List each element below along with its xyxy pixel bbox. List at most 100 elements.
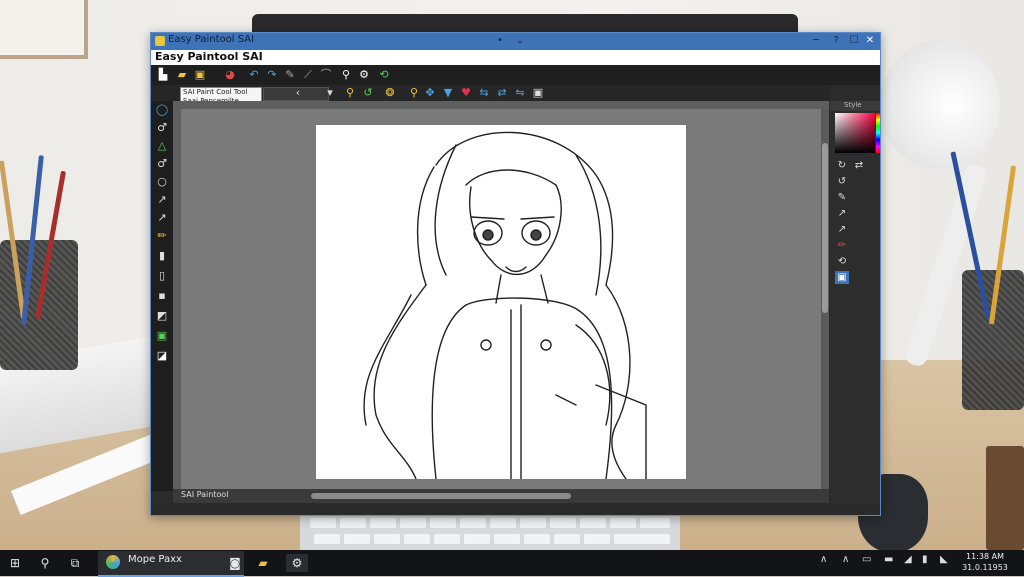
- rotate-view-icon[interactable]: ↺: [835, 175, 849, 188]
- taskbar: ⊞ ⚲ ⧉ Mope Paxx ◙ ▰ ⚙ ∧ ∧ ▭ ▬ ◢ ▮ ◣ 11:3…: [0, 550, 1024, 577]
- color-panel: Style ↻ ⇄ ↺ ✎ ↗ ↗ ✏ ⟲ ▣: [830, 101, 880, 515]
- clock[interactable]: 11:38 AM 31.0.11953: [954, 551, 1016, 573]
- ruler-top: [173, 101, 829, 109]
- taskbar-app-label: Mope Paxx: [128, 554, 182, 565]
- tray-up-icon[interactable]: ∧: [842, 554, 849, 565]
- undo-icon[interactable]: ↶: [247, 68, 261, 82]
- anime-sketch: [363, 131, 647, 480]
- monitor-bezel: [252, 14, 798, 34]
- minimize-button[interactable]: ─: [809, 35, 823, 46]
- vertical-scroll-thumb[interactable]: [822, 143, 828, 313]
- search-icon[interactable]: ⚲: [343, 86, 357, 100]
- close-button[interactable]: ✕: [862, 35, 878, 48]
- volume-icon[interactable]: ◢: [904, 554, 912, 565]
- swap-colors-icon[interactable]: ⇄: [852, 159, 866, 172]
- hue-slider[interactable]: [876, 113, 880, 153]
- new-file-icon[interactable]: ▙: [156, 68, 170, 82]
- start-icon[interactable]: ⊞: [6, 554, 24, 572]
- redo-icon[interactable]: ↷: [265, 68, 279, 82]
- density-icon[interactable]: ↗: [835, 207, 849, 220]
- settings-icon[interactable]: ⚙: [286, 554, 308, 572]
- help-button[interactable]: ?: [829, 35, 843, 46]
- network-icon[interactable]: ▬: [884, 554, 893, 565]
- tray-app-icon[interactable]: ▭: [862, 554, 871, 565]
- layer-tool-icon[interactable]: ▪: [154, 289, 170, 303]
- settings-icon[interactable]: ⚙: [357, 68, 371, 82]
- panel-header: Style: [830, 101, 880, 111]
- layer-panel-icon[interactable]: ▣: [835, 271, 849, 284]
- title-dot-icon: •: [497, 35, 503, 46]
- desk-lamp-head: [880, 40, 1000, 170]
- line-icon[interactable]: ⟋: [301, 68, 315, 82]
- select-tool-icon[interactable]: ○: [154, 175, 170, 189]
- title-bar[interactable]: Easy Paintool SAI • ⌄ ─ ? ☐ ✕: [151, 33, 880, 50]
- frame-icon[interactable]: ▣: [531, 86, 545, 100]
- taskbar-app-browser[interactable]: Mope Paxx: [98, 551, 244, 577]
- menu-bar: Easy Paintool SAI: [151, 50, 880, 65]
- folder-icon[interactable]: ▰: [254, 554, 272, 572]
- ruler-left: [173, 109, 181, 489]
- color-picker[interactable]: [835, 113, 875, 153]
- search-icon[interactable]: ⚲: [36, 554, 54, 572]
- watercolor-tool-icon[interactable]: ↗: [154, 211, 170, 225]
- horizontal-scroll-thumb[interactable]: [311, 493, 571, 499]
- refresh-icon[interactable]: ↻: [835, 159, 849, 172]
- window-title: Easy Paintool SAI: [168, 34, 255, 45]
- maximize-button[interactable]: ☐: [847, 35, 861, 46]
- paint-app-window: Easy Paintool SAI • ⌄ ─ ? ☐ ✕ Easy Paint…: [150, 32, 881, 516]
- magnify-icon[interactable]: ⚲: [407, 86, 421, 100]
- marker-tool-icon[interactable]: ✏: [154, 229, 170, 243]
- status-text: SAI Paintool: [181, 490, 229, 499]
- zoom-icon[interactable]: ⚲: [339, 68, 353, 82]
- mask-tool-icon[interactable]: ◪: [154, 349, 170, 363]
- eraser-small-icon[interactable]: ✏: [835, 239, 849, 252]
- blend-tool-icon[interactable]: ◩: [154, 309, 170, 323]
- task-view-icon[interactable]: ⧉: [66, 554, 84, 572]
- heart-icon[interactable]: ♥: [459, 86, 473, 100]
- check-tool-icon[interactable]: ▣: [154, 329, 170, 343]
- lasso-icon[interactable]: ↺: [361, 86, 375, 100]
- curve-icon[interactable]: ⌒: [319, 68, 333, 82]
- battery-icon[interactable]: ▮: [922, 554, 928, 565]
- move-icon[interactable]: ✥: [423, 86, 437, 100]
- blending-icon[interactable]: ↗: [835, 223, 849, 236]
- rotate-icon[interactable]: ⟲: [377, 68, 391, 82]
- panel-header-label: Style: [844, 101, 862, 109]
- keyboard: [300, 512, 680, 552]
- wall-frame: [0, 0, 88, 59]
- fill-tool-icon[interactable]: ▯: [154, 269, 170, 283]
- menu-title: Easy Paintool SAI: [155, 50, 263, 63]
- browser-icon: [106, 555, 120, 569]
- camera-icon[interactable]: ◙: [226, 554, 244, 572]
- pencil-tool-icon[interactable]: ↗: [154, 193, 170, 207]
- brush-size-icon[interactable]: ✎: [835, 191, 849, 204]
- clock-time: 11:38 AM: [966, 552, 1004, 561]
- pen-icon[interactable]: ✎: [283, 68, 297, 82]
- swap-icon[interactable]: ⇋: [513, 86, 527, 100]
- airbrush-tool-icon[interactable]: ♂: [154, 157, 170, 171]
- transform-icon[interactable]: ⇆: [477, 86, 491, 100]
- tool-palette: ◯ ♂ △ ♂ ○ ↗ ↗ ✏ ▮ ▯ ▪ ◩ ▣ ◪: [151, 101, 173, 491]
- title-chevron-icon[interactable]: ⌄: [513, 35, 527, 46]
- app-icon: [155, 36, 165, 46]
- color-picker-icon[interactable]: ◕: [223, 68, 237, 82]
- main-toolbar: ▙ ▰ ▣ ◕ ↶ ↷ ✎ ⟋ ⌒ ⚲ ⚙ ⟲: [151, 65, 880, 85]
- notification-icon[interactable]: ◣: [940, 554, 948, 565]
- eraser-icon[interactable]: ▮: [154, 249, 170, 263]
- drawing-canvas[interactable]: [316, 125, 686, 480]
- flip-icon[interactable]: ⇄: [495, 86, 509, 100]
- sync-icon[interactable]: ⟲: [835, 255, 849, 268]
- chevron-left-icon[interactable]: ‹: [291, 86, 305, 100]
- tray-chevron-icon[interactable]: ∧: [820, 554, 827, 565]
- dropdown-icon[interactable]: ▾: [323, 86, 337, 100]
- bucket-icon[interactable]: ▼: [441, 86, 455, 100]
- notebook: [986, 446, 1024, 550]
- window-bottom-bar: [151, 503, 880, 515]
- brush-tool-icon[interactable]: △: [154, 139, 170, 153]
- tooltip-line1: SAI Paint Cool Tool: [183, 88, 248, 96]
- globe-icon[interactable]: ❂: [383, 86, 397, 100]
- save-icon[interactable]: ▣: [193, 68, 207, 82]
- pen-tool-icon[interactable]: ♂: [154, 121, 170, 135]
- open-folder-icon[interactable]: ▰: [175, 68, 189, 82]
- lasso-tool-icon[interactable]: ◯: [154, 103, 170, 117]
